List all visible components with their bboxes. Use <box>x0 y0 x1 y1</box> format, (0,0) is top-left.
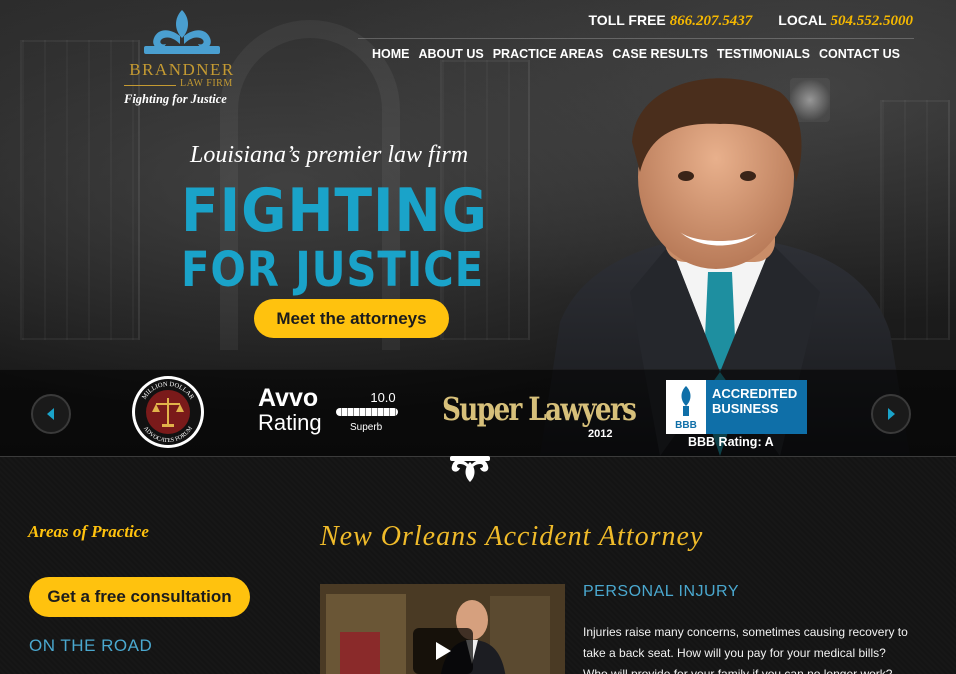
toll-free-label: TOLL FREE <box>588 12 666 28</box>
areas-of-practice-heading: Areas of Practice <box>28 522 149 541</box>
nav-about-us[interactable]: ABOUT US <box>418 47 483 61</box>
personal-injury-heading: PERSONAL INJURY <box>583 583 739 600</box>
bbb-rating: BBB Rating: A <box>688 435 774 449</box>
chevron-right-icon <box>888 408 895 420</box>
toll-free-number: 866.207.5437 <box>669 13 753 29</box>
fleur-de-lis-icon <box>450 456 490 482</box>
bbb-torch-icon: BBB <box>675 386 697 431</box>
nav-practice-areas[interactable]: PRACTICE AREAS <box>493 47 604 61</box>
hero-headline-line1: FIGHTING <box>181 176 488 246</box>
super-lawyers-wordmark: Super Lawyers <box>442 390 637 428</box>
logo-divider <box>124 85 176 86</box>
avvo-score-label: Superb <box>350 422 383 433</box>
avvo-word: Avvo <box>258 384 319 412</box>
phone-numbers: TOLL FREE 866.207.5437 LOCAL 504.552.5000 <box>589 12 914 30</box>
chevron-left-icon <box>47 408 54 420</box>
fleur-de-lis-icon <box>144 10 220 54</box>
avvo-score: 10.0 <box>370 390 396 405</box>
avvo-score-bar <box>336 408 398 416</box>
hero-tagline: Louisiana’s premier law firm <box>190 142 469 168</box>
svg-text:BBB: BBB <box>675 420 697 431</box>
main-navigation: HOME ABOUT US PRACTICE AREAS CASE RESULT… <box>358 38 914 68</box>
bbb-line2: BUSINESS <box>712 401 779 416</box>
avvo-rating-badge[interactable]: Avvo Rating 10.0 Superb <box>258 384 398 435</box>
carousel-prev-button[interactable] <box>31 394 71 434</box>
firm-logo[interactable]: BRANDNER LAW FIRM Fighting for Justice <box>118 8 246 106</box>
carousel-next-button[interactable] <box>871 394 911 434</box>
super-lawyers-year: 2012 <box>588 428 613 440</box>
super-lawyers-badge[interactable]: Super Lawyers 2012 <box>442 390 678 440</box>
local-label: LOCAL <box>778 12 827 28</box>
nav-home[interactable]: HOME <box>372 47 410 61</box>
video-play-button[interactable] <box>413 628 473 674</box>
local-number: 504.552.5000 <box>830 13 914 29</box>
nav-testimonials[interactable]: TESTIMONIALS <box>717 47 810 61</box>
bbb-accredited-badge[interactable]: BBB ACCREDITED BUSINESS <box>666 380 807 434</box>
hero-headline-line2: FOR JUSTICE <box>181 242 485 298</box>
play-icon <box>436 642 451 660</box>
personal-injury-body: Injuries raise many concerns, sometimes … <box>583 625 908 674</box>
on-the-road-link[interactable]: ON THE ROAD <box>29 636 152 656</box>
local-phone[interactable]: LOCAL 504.552.5000 <box>778 12 913 30</box>
logo-tagline: Fighting for Justice <box>124 92 227 106</box>
free-consultation-button[interactable]: Get a free consultation <box>29 577 250 617</box>
toll-free-phone[interactable]: TOLL FREE 866.207.5437 <box>589 12 753 30</box>
bbb-logo-panel: BBB <box>666 380 706 434</box>
bbb-accredited-text: ACCREDITED BUSINESS <box>706 380 807 434</box>
avvo-rating-word: Rating <box>258 410 322 435</box>
bbb-line1: ACCREDITED <box>712 386 798 401</box>
million-dollar-advocates-badge[interactable]: MILLION DOLLAR ADVOCATES FORUM <box>130 374 206 450</box>
logo-subtitle: LAW FIRM <box>180 78 233 89</box>
nav-contact-us[interactable]: CONTACT US <box>819 47 900 61</box>
page-title: New Orleans Accident Attorney <box>320 521 704 552</box>
logo-firm-name: BRANDNER <box>129 60 235 79</box>
nav-case-results[interactable]: CASE RESULTS <box>612 47 708 61</box>
meet-attorneys-button[interactable]: Meet the attorneys <box>254 299 449 338</box>
